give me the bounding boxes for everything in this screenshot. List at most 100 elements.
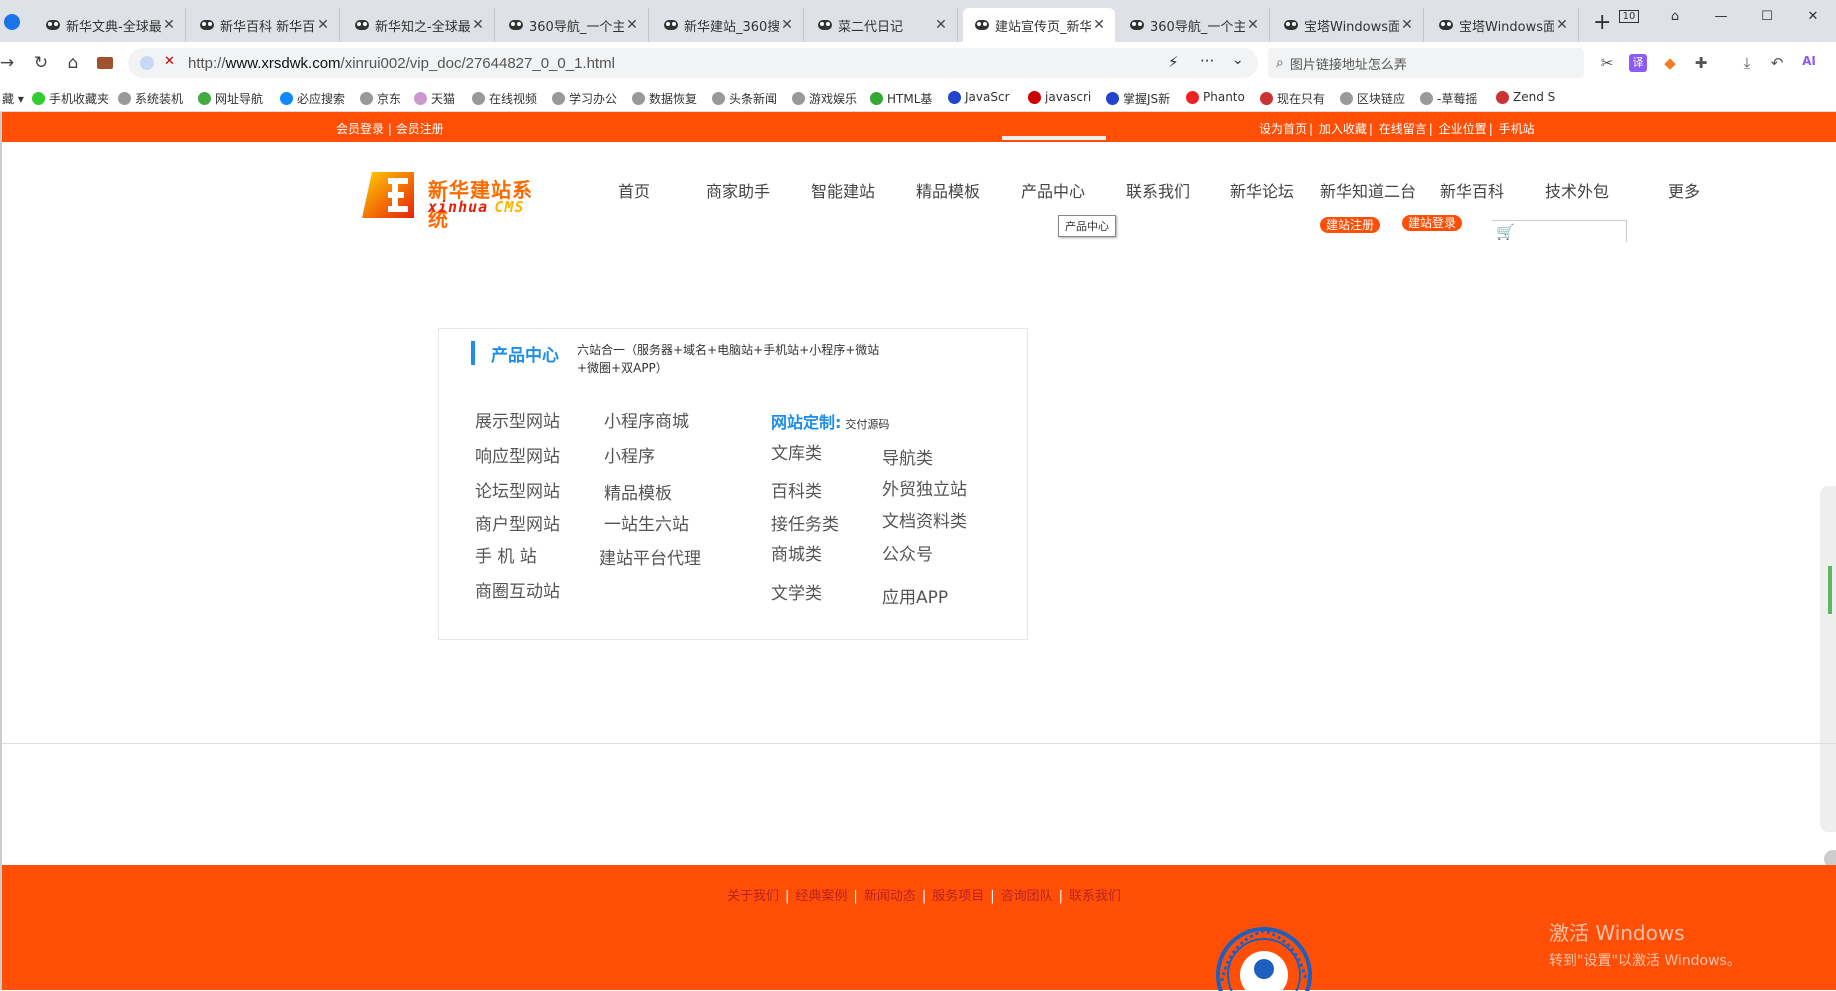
nav-baike[interactable]: 新华百科 — [1440, 178, 1504, 202]
product-link[interactable]: 手 机 站 — [475, 542, 537, 567]
bookmark-item[interactable]: javascri — [1028, 90, 1091, 104]
bookmark-item[interactable]: Zend S — [1496, 90, 1555, 104]
footer-link[interactable]: 服务项目 — [932, 889, 984, 904]
nav-forum[interactable]: 新华论坛 — [1230, 178, 1294, 202]
nav-product-center[interactable]: 产品中心 — [1021, 178, 1085, 202]
bookmark-item[interactable]: 网址导航 — [198, 90, 263, 107]
product-link[interactable]: 展示型网站 — [475, 407, 560, 432]
product-link[interactable]: 建站平台代理 — [599, 544, 701, 569]
insecure-icon[interactable]: ✕ — [164, 54, 175, 69]
product-link[interactable]: 导航类 — [882, 444, 933, 469]
side-scrollbar[interactable] — [1820, 486, 1836, 832]
product-link[interactable]: 接任务类 — [771, 510, 839, 535]
nav-home[interactable]: 首页 — [618, 178, 650, 202]
nav-more[interactable]: 更多 — [1668, 178, 1700, 202]
product-link[interactable]: 文库类 — [771, 439, 822, 464]
close-icon[interactable]: ✕ — [1399, 17, 1415, 33]
product-link[interactable]: 商户型网站 — [475, 510, 560, 535]
company-location-link[interactable]: 企业位置 — [1439, 122, 1487, 136]
tab[interactable]: 360导航_一个主 ✕ — [497, 8, 649, 42]
footer-link[interactable]: 新闻动态 — [864, 889, 916, 904]
product-link[interactable]: 商圈互动站 — [475, 577, 560, 602]
close-icon[interactable]: ✕ — [1554, 17, 1570, 33]
bookmark-item[interactable]: HTML基 — [870, 90, 932, 107]
search-box[interactable]: ⌕ 图片链接地址怎么弄 — [1268, 48, 1584, 78]
member-login-link[interactable]: 会员登录 — [336, 122, 384, 136]
bookmark-item[interactable]: 天猫 — [414, 90, 455, 107]
download-icon[interactable]: ⤓ — [1738, 54, 1756, 72]
undo-icon[interactable]: ↶ — [1768, 54, 1786, 72]
product-link[interactable]: 小程序商城 — [604, 407, 689, 432]
nav-outsourcing[interactable]: 技术外包 — [1545, 178, 1609, 202]
nav-contact[interactable]: 联系我们 — [1126, 178, 1190, 202]
bookmark-item[interactable]: 必应搜索 — [280, 90, 345, 107]
maximize-button[interactable]: ☐ — [1744, 0, 1790, 32]
bookmark-item[interactable]: 游戏娱乐 — [792, 90, 857, 107]
chevron-down-icon[interactable]: ⌄ — [1232, 52, 1244, 68]
product-link[interactable]: 响应型网站 — [475, 442, 560, 467]
footer-link[interactable]: 经典案例 — [795, 889, 847, 904]
product-link[interactable]: 文学类 — [771, 579, 822, 604]
tab-count-badge[interactable]: 10 — [1606, 0, 1652, 32]
close-icon[interactable]: ✕ — [779, 17, 795, 33]
online-message-link[interactable]: 在线留言 — [1379, 122, 1427, 136]
nav-smart-build[interactable]: 智能建站 — [811, 178, 875, 202]
bookmark-item[interactable]: 学习办公 — [552, 90, 617, 107]
product-link[interactable]: 文档资料类 — [882, 507, 967, 532]
product-link[interactable]: 百科类 — [771, 477, 822, 502]
bookmark-item[interactable]: JavaScr — [948, 90, 1010, 104]
bookmark-item[interactable]: 掌握JS新 — [1106, 90, 1170, 107]
product-link[interactable]: 公众号 — [882, 540, 933, 565]
nav-merchant-helper[interactable]: 商家助手 — [706, 178, 770, 202]
close-window-button[interactable]: ✕ — [1790, 0, 1836, 32]
footer-link[interactable]: 咨询团队 — [1001, 889, 1053, 904]
bookmark-item[interactable]: 头条新闻 — [712, 90, 777, 107]
close-icon[interactable]: ✕ — [1245, 17, 1261, 33]
tab[interactable]: 新华文典-全球最 ✕ — [34, 8, 186, 42]
browser-logo-icon[interactable] — [4, 14, 20, 30]
footer-link[interactable]: 关于我们 — [727, 889, 779, 904]
set-homepage-link[interactable]: 设为首页 — [1259, 122, 1307, 136]
home-icon[interactable]: ⌂ — [60, 50, 86, 76]
nav-templates[interactable]: 精品模板 — [916, 178, 980, 202]
tab[interactable]: 新华知之-全球最 ✕ — [343, 8, 495, 42]
custom-site-label[interactable]: 网站定制: 交付源码 — [771, 409, 889, 433]
close-icon[interactable]: ✕ — [624, 17, 640, 33]
product-link[interactable]: 论坛型网站 — [475, 477, 560, 502]
close-icon[interactable]: ✕ — [161, 17, 177, 33]
footer-link[interactable]: 联系我们 — [1069, 889, 1121, 904]
product-link[interactable]: 精品模板 — [604, 479, 672, 504]
close-icon[interactable]: ✕ — [1091, 17, 1107, 33]
product-link[interactable]: 外贸独立站 — [882, 475, 967, 500]
bookmark-item[interactable]: 系统装机 — [118, 90, 183, 107]
more-icon[interactable]: ··· — [1200, 52, 1214, 70]
product-link[interactable]: 小程序 — [604, 442, 655, 467]
bookmark-item[interactable]: 在线视频 — [472, 90, 537, 107]
game-icon[interactable]: ◆ — [1661, 54, 1679, 72]
translate-icon[interactable]: 译 — [1629, 54, 1647, 72]
member-register-link[interactable]: 会员注册 — [396, 122, 444, 136]
scissors-icon[interactable]: ✂ — [1598, 54, 1616, 72]
close-icon[interactable]: ✕ — [933, 17, 949, 33]
ai-icon[interactable]: AI — [1800, 54, 1818, 72]
product-link[interactable]: 一站生六站 — [604, 510, 689, 535]
product-link[interactable]: 应用APP — [882, 583, 948, 608]
bookmark-item[interactable]: 现在只有 — [1260, 90, 1325, 107]
tab[interactable]: 新华百科 新华百 ✕ — [188, 8, 340, 42]
close-icon[interactable]: ✕ — [470, 17, 486, 33]
extensions-icon[interactable]: ✚ — [1692, 54, 1710, 72]
address-bar[interactable]: ✕ http://www.xrsdwk.com/xinrui002/vip_do… — [128, 48, 1258, 78]
bookmark-item[interactable]: 手机收藏夹 — [32, 90, 109, 107]
bookmark-item[interactable]: 数据恢复 — [632, 90, 697, 107]
tab[interactable]: 宝塔Windows面 ✕ — [1427, 8, 1579, 42]
site-register-button[interactable]: 建站注册 — [1320, 217, 1381, 233]
tab[interactable]: 新华建站_360搜 ✕ — [652, 8, 804, 42]
bookmark-item[interactable]: 京东 — [360, 90, 401, 107]
tab[interactable]: 宝塔Windows面 ✕ — [1272, 8, 1424, 42]
lightning-icon[interactable]: ⚡ — [1168, 53, 1179, 71]
tab[interactable]: 菜二代日记 ✕ — [806, 8, 958, 42]
site-login-button[interactable]: 建站登录 — [1402, 215, 1463, 231]
product-link[interactable]: 商城类 — [771, 540, 822, 565]
close-icon[interactable]: ✕ — [315, 17, 331, 33]
bookmark-item[interactable]: Phanto — [1186, 90, 1245, 104]
